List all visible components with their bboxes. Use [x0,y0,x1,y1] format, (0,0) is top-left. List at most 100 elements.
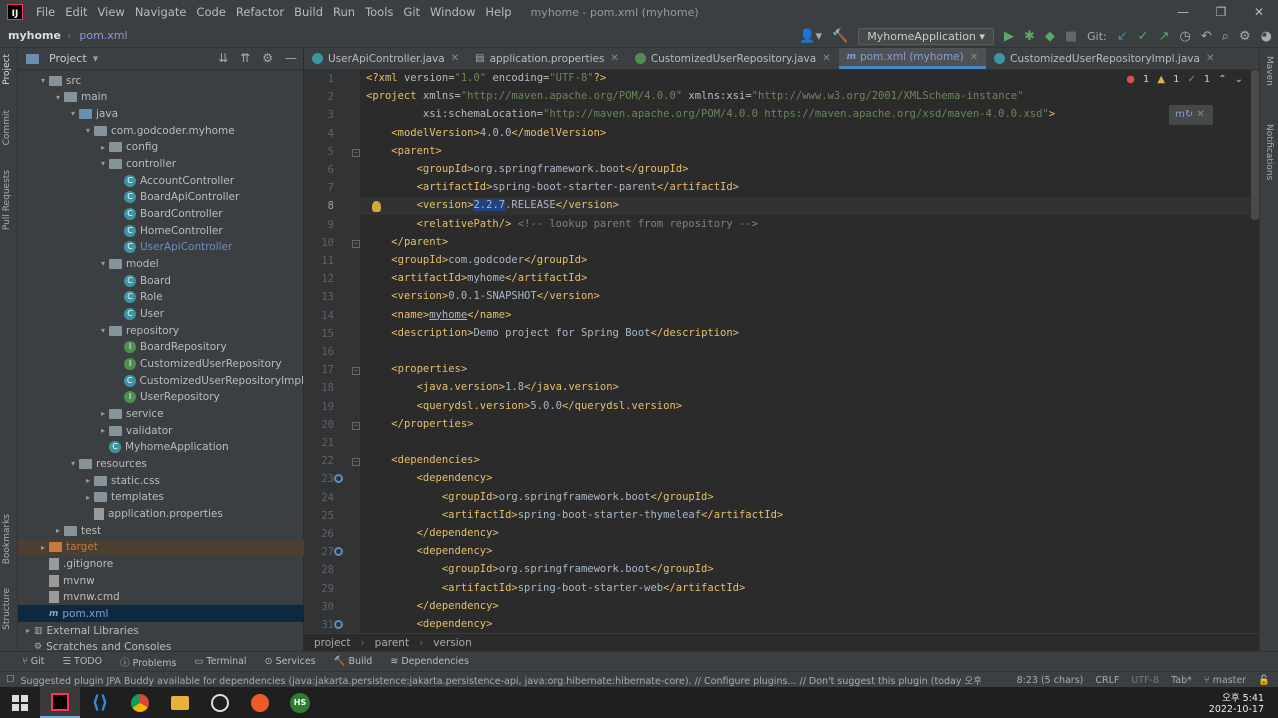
chevron-right-icon[interactable]: ▸ [82,493,94,502]
menu-git[interactable]: Git [398,5,425,19]
tree-item[interactable]: ▸ test [18,522,304,539]
taskbar-clock[interactable]: 오후 5:41 2022-10-17 [1209,687,1264,718]
tree-item[interactable]: C AccountController [18,172,304,189]
chevron-down-icon[interactable]: ▾ [97,326,109,335]
tree-item[interactable]: C BoardController [18,205,304,222]
chevron-right-icon[interactable]: ▸ [22,626,34,635]
git-update-icon[interactable]: ↙ [1117,29,1128,44]
tool-tab-bookmarks[interactable]: Bookmarks [2,514,12,564]
rollback-icon[interactable]: ↶ [1201,29,1212,44]
tree-item[interactable]: C User [18,305,304,322]
menu-view[interactable]: View [93,5,130,19]
intellij-taskbar-icon[interactable] [40,687,80,718]
vscode-taskbar-icon[interactable]: ⟨⟩ [80,687,120,718]
user-icon[interactable]: 👤▾ [799,29,822,44]
close-button[interactable]: ✕ [1240,0,1278,24]
run-configuration-select[interactable]: MyhomeApplication ▾ [858,27,994,45]
breadcrumb-project-tag[interactable]: project [314,637,350,649]
file-explorer-taskbar-icon[interactable] [160,687,200,718]
menu-tools[interactable]: Tools [360,5,398,19]
chevron-down-icon[interactable]: ▾ [67,459,79,468]
tree-item[interactable]: ▾ com.godcoder.myhome [18,122,304,139]
editor-tab[interactable]: UserApiController.java ✕ [304,48,467,69]
tree-item[interactable]: ▸ service [18,405,304,422]
tree-item[interactable]: C Role [18,289,304,306]
breadcrumb-file[interactable]: pom.xml [79,29,127,42]
breadcrumb-project[interactable]: myhome [8,29,61,42]
fold-marker-icon[interactable]: − [352,148,360,157]
tool-button-services[interactable]: ⊙ Services [265,656,316,667]
inspection-widget[interactable]: ● 1 ▲ 1 ✓ 1 ⌃ ⌄ [1126,74,1243,85]
project-panel-title[interactable]: Project [49,52,87,65]
tree-item[interactable]: C BoardApiController [18,189,304,206]
menu-window[interactable]: Window [425,5,480,19]
editor-tab[interactable]: CustomizedUserRepository.java ✕ [627,48,839,69]
close-tab-icon[interactable]: ✕ [822,53,830,64]
chevron-down-icon[interactable]: ▾ [52,93,64,102]
tree-item[interactable]: .gitignore [18,555,304,572]
stop-icon[interactable]: ■ [1065,29,1077,44]
fold-marker-icon[interactable]: − [352,458,360,467]
lock-icon[interactable]: 🔓 [1258,675,1270,686]
close-tab-icon[interactable]: ✕ [451,53,459,64]
tree-item[interactable]: ▸ validator [18,422,304,439]
chevron-right-icon[interactable]: ▸ [97,409,109,418]
chevron-down-icon[interactable]: ▾ [82,126,94,135]
tool-button-todo[interactable]: ☰ TODO [62,656,102,667]
git-branch[interactable]: ⑂ master [1204,675,1246,686]
menu-help[interactable]: Help [480,5,516,19]
tree-item[interactable]: ▾ java [18,105,304,122]
chevron-right-icon[interactable]: ▸ [82,476,94,485]
chevron-down-icon[interactable]: ▾ [37,76,49,85]
close-tab-icon[interactable]: ✕ [610,53,618,64]
collapse-all-icon[interactable]: ⇈ [240,51,250,65]
chevron-right-icon[interactable]: ▸ [97,426,109,435]
fold-marker-icon[interactable]: − [352,367,360,376]
dependency-gutter-icon[interactable] [334,620,343,629]
tool-tab-structure[interactable]: Structure [2,588,12,630]
file-encoding[interactable]: UTF-8 [1131,675,1159,686]
tree-item[interactable]: mvnw [18,572,304,589]
chevron-right-icon[interactable]: ▸ [37,543,49,552]
minimize-button[interactable]: — [1164,0,1202,24]
editor-tab[interactable]: m pom.xml (myhome) ✕ [838,48,987,69]
run-icon[interactable]: ▶ [1004,29,1014,44]
next-highlight-icon[interactable]: ⌄ [1235,74,1243,85]
history-icon[interactable]: ◷ [1179,29,1190,44]
load-maven-changes-button[interactable]: m↻ ✕ [1169,105,1213,125]
close-tab-icon[interactable]: ✕ [970,52,978,63]
fold-marker-icon[interactable]: − [352,239,360,248]
tool-button-dependencies[interactable]: ≋ Dependencies [390,656,469,667]
tree-item[interactable]: I BoardRepository [18,339,304,356]
tree-item[interactable]: ▸ ▥ External Libraries [18,622,304,639]
menu-build[interactable]: Build [289,5,328,19]
tree-item[interactable]: mvnw.cmd [18,589,304,606]
build-hammer-icon[interactable]: 🔨 [832,29,848,44]
tree-item[interactable]: ▾ repository [18,322,304,339]
tool-tab-project[interactable]: Project [2,54,12,85]
chevron-right-icon[interactable]: ▸ [52,526,64,535]
settings-gear-icon[interactable]: ⚙ [1239,29,1251,44]
menu-refactor[interactable]: Refactor [231,5,289,19]
git-commit-icon[interactable]: ✓ [1138,29,1149,44]
menu-run[interactable]: Run [328,5,360,19]
hide-icon[interactable]: — [285,51,297,65]
tree-item[interactable]: application.properties [18,505,304,522]
close-tab-icon[interactable]: ✕ [1206,53,1214,64]
tree-item[interactable]: I CustomizedUserRepository [18,355,304,372]
postman-taskbar-icon[interactable] [240,687,280,718]
tool-button-problems[interactable]: ⓘ Problems [120,655,176,669]
menu-code[interactable]: Code [191,5,230,19]
chevron-down-icon[interactable]: ▾ [97,159,109,168]
hs-taskbar-icon[interactable]: HS [280,687,320,718]
coverage-icon[interactable]: ◆ [1045,29,1055,44]
expand-all-icon[interactable]: ⇊ [218,51,228,65]
chrome-taskbar-icon[interactable] [120,687,160,718]
tree-item[interactable]: ▾ main [18,89,304,106]
tool-button-git[interactable]: ⑂ Git [22,656,44,667]
editor-tab[interactable]: ▤ application.properties ✕ [467,48,627,69]
indent-setting[interactable]: Tab* [1171,675,1192,686]
breadcrumb-parent-tag[interactable]: parent [375,637,409,649]
tool-tab-commit[interactable]: Commit [2,110,12,145]
menu-navigate[interactable]: Navigate [130,5,192,19]
